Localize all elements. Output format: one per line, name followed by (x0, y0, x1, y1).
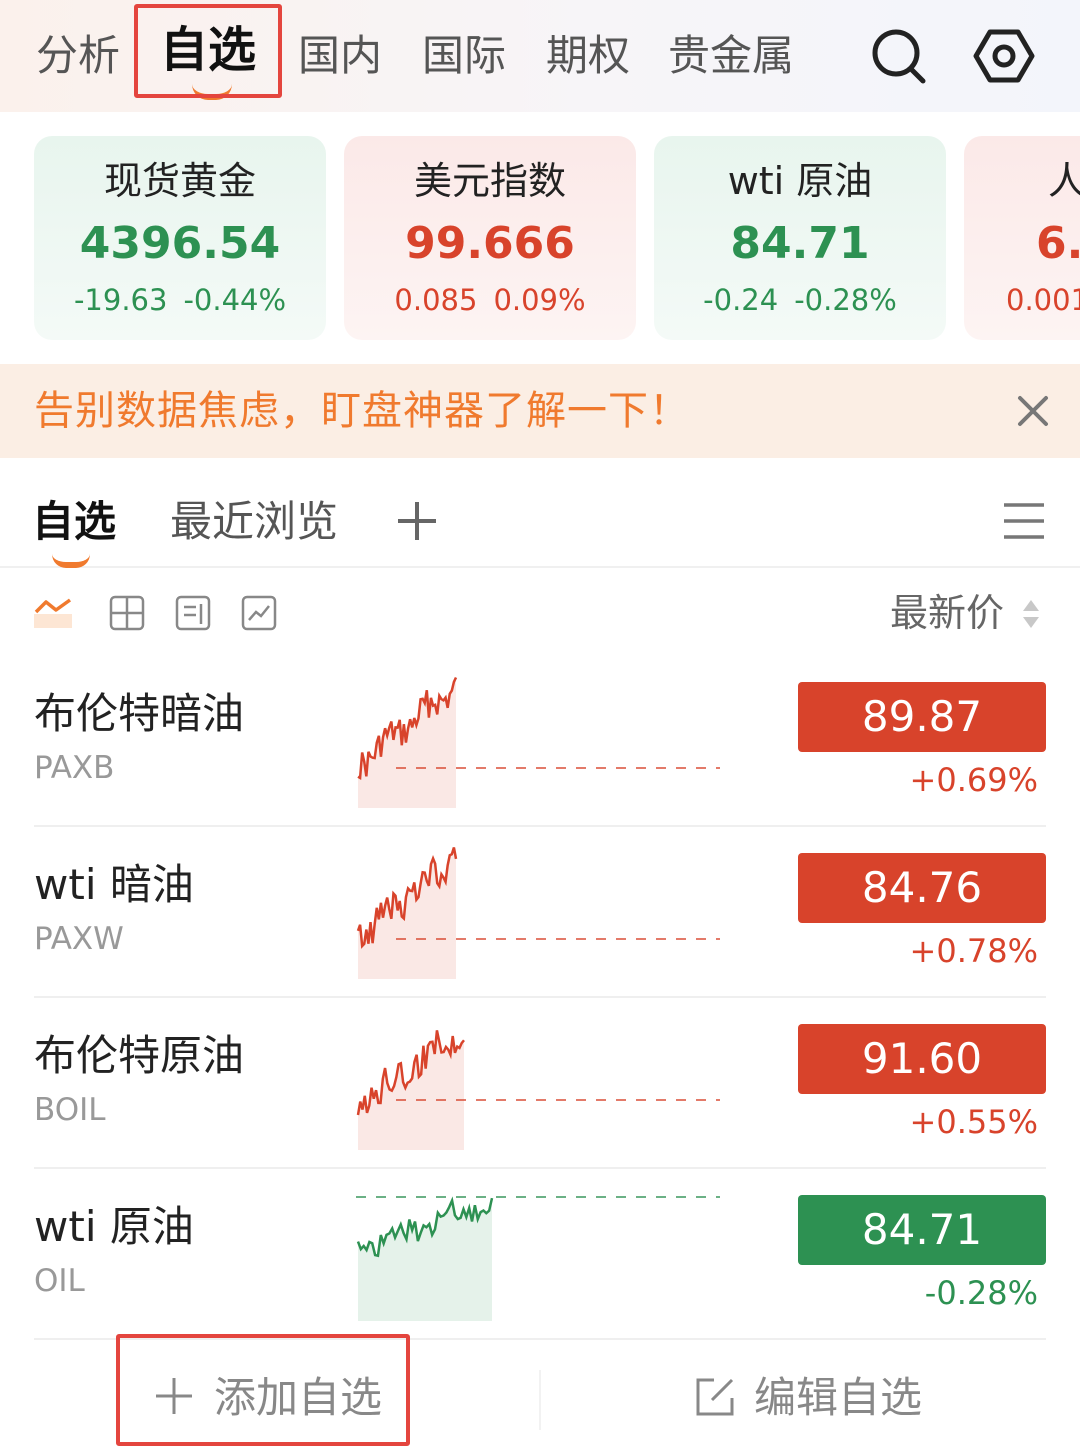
sparkline (356, 847, 720, 979)
quote-card[interactable]: wti 原油 84.71 -0.24 -0.28% (654, 136, 946, 340)
tab-precious-metals[interactable]: 贵金属 (668, 26, 794, 86)
instrument-name: wti 原油 (34, 1202, 194, 1251)
tab-domestic[interactable]: 国内 (298, 26, 382, 86)
sparkline-area (358, 847, 456, 979)
quote-value: 4396.54 (79, 218, 281, 269)
tab-options[interactable]: 期权 (546, 26, 630, 86)
quote-card[interactable]: 人 6. 0.001 (964, 136, 1080, 340)
promo-banner[interactable]: 告别数据焦虑，盯盘神器了解一下！ (0, 364, 1080, 458)
quote-change-pct: 0.09% (493, 283, 586, 317)
subtab-watchlist[interactable]: 自选 (32, 494, 116, 550)
list-item[interactable]: 布伦特原油 BOIL 91.60 +0.55% (34, 998, 1046, 1169)
price-badge: 84.76 (798, 853, 1046, 923)
tab-watchlist[interactable]: 自选 (160, 20, 256, 80)
quote-name: 人 (1048, 159, 1080, 203)
active-subtab-indicator (52, 554, 90, 568)
price-badge: 91.60 (798, 1024, 1046, 1094)
top-nav: 分析 自选 国内 国际 期权 贵金属 (0, 0, 1080, 112)
quote-value: 84.71 (730, 218, 870, 269)
quote-value: 99.666 (405, 218, 575, 269)
divider (539, 1370, 541, 1430)
change-pct: -0.28% (924, 1274, 1038, 1312)
tab-analysis[interactable]: 分析 (36, 26, 120, 86)
trend-view-icon[interactable] (34, 594, 72, 632)
chart-view-icon[interactable] (240, 594, 278, 632)
sub-tabs: 自选 最近浏览 (0, 478, 1080, 568)
quote-change: 0.085 0.09% (344, 282, 636, 318)
edit-watchlist-button[interactable]: 编辑自选 (694, 1366, 934, 1430)
search-icon[interactable] (868, 26, 928, 86)
price-badge: 84.71 (798, 1195, 1046, 1265)
sort-latest-price[interactable]: 最新价 (890, 588, 1004, 638)
quote-change-pct: -0.28% (794, 283, 897, 317)
instrument-code: BOIL (34, 1092, 106, 1128)
list-item[interactable]: wti 原油 OIL 84.71 -0.28% (34, 1169, 1046, 1340)
quote-change-abs: 0.001 (1006, 283, 1080, 317)
sparkline (356, 1196, 720, 1321)
banner-text: 告别数据焦虑，盯盘神器了解一下！ (34, 388, 690, 434)
list-item[interactable]: 布伦特暗油 PAXB 89.87 +0.69% (34, 656, 1046, 827)
quote-change-abs: -19.63 (73, 283, 168, 317)
quote-name: wti 原油 (727, 159, 873, 203)
subtab-recent[interactable]: 最近浏览 (170, 494, 338, 550)
price-badge: 89.87 (798, 682, 1046, 752)
edit-watchlist-label: 编辑自选 (754, 1373, 923, 1422)
sparkline (357, 676, 720, 808)
quote-name: 美元指数 (413, 159, 566, 203)
grid-view-icon[interactable] (108, 594, 146, 632)
instrument-code: PAXB (34, 750, 115, 786)
edit-icon (696, 1378, 734, 1416)
quote-change: -0.24 -0.28% (654, 282, 946, 318)
quote-name: 现货黄金 (103, 159, 256, 203)
quote-card[interactable]: 美元指数 99.666 0.085 0.09% (344, 136, 636, 340)
instrument-name: 布伦特原油 (34, 1031, 245, 1080)
card-view-icon[interactable] (174, 594, 212, 632)
menu-icon[interactable] (1002, 500, 1046, 542)
instrument-name: wti 暗油 (34, 860, 194, 909)
quote-card[interactable]: 现货黄金 4396.54 -19.63 -0.44% (34, 136, 326, 340)
list-item[interactable]: wti 暗油 PAXW 84.76 +0.78% (34, 827, 1046, 998)
quote-change-pct: -0.44% (183, 283, 287, 317)
tab-international[interactable]: 国际 (422, 26, 506, 86)
quote-value: 6. (1036, 218, 1080, 269)
add-watchlist-label: 添加自选 (214, 1373, 383, 1422)
active-tab-indicator (192, 84, 232, 100)
add-group-icon[interactable] (396, 500, 438, 542)
bottom-actions: 添加自选 编辑自选 (0, 1344, 1080, 1452)
change-pct: +0.78% (909, 932, 1038, 970)
quote-change-abs: 0.085 (394, 283, 478, 317)
sort-icon[interactable] (1020, 596, 1042, 632)
plus-icon (156, 1378, 192, 1414)
settings-icon[interactable] (972, 24, 1036, 88)
instrument-name: 布伦特暗油 (34, 689, 245, 738)
add-watchlist-button[interactable]: 添加自选 (150, 1366, 400, 1430)
quote-cards: 现货黄金 4396.54 -19.63 -0.44% 美元指数 99.666 0.… (34, 136, 1080, 342)
sparkline (356, 1030, 720, 1150)
change-pct: +0.55% (909, 1103, 1038, 1141)
quote-change: 0.001 (964, 282, 1080, 318)
change-pct: +0.69% (909, 761, 1038, 799)
quote-change-abs: -0.24 (703, 283, 779, 317)
instrument-code: OIL (34, 1263, 85, 1299)
instrument-code: PAXW (34, 921, 124, 957)
quote-change: -19.63 -0.44% (34, 282, 326, 318)
close-icon[interactable] (1012, 390, 1054, 432)
